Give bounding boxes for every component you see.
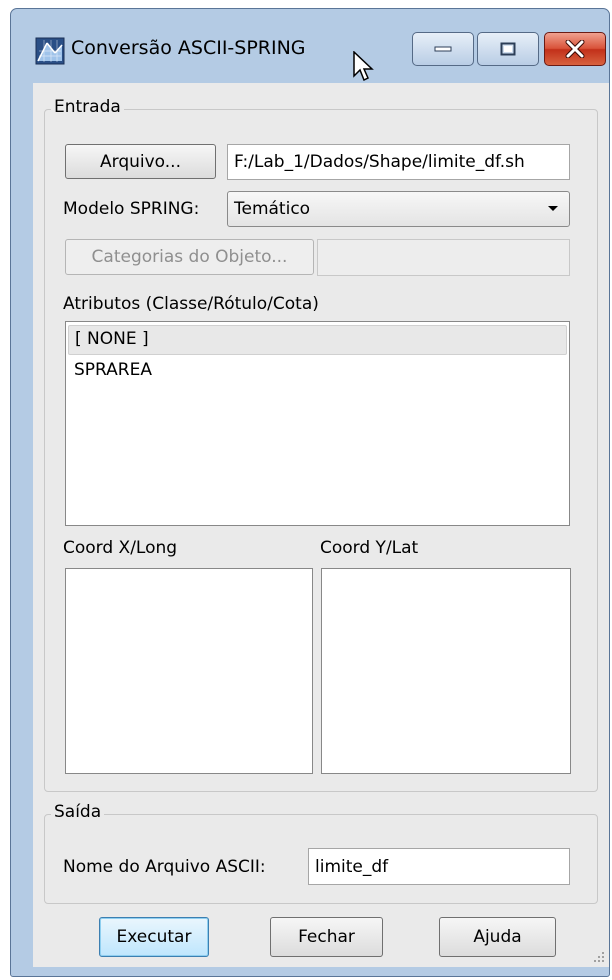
atributos-label: Atributos (Classe/Rótulo/Cota) — [63, 294, 319, 314]
executar-button-label: Executar — [116, 927, 192, 947]
close-icon — [565, 40, 585, 58]
modelo-combobox[interactable]: Temático — [227, 191, 570, 227]
entrada-group-title: Entrada — [51, 97, 124, 117]
nome-arquivo-field[interactable] — [308, 848, 570, 885]
dialog-window: Conversão ASCII-SPRING Entrada Arquivo..… — [10, 8, 610, 977]
coord-x-label: Coord X/Long — [63, 538, 178, 558]
list-item[interactable]: SPRAREA — [66, 355, 569, 385]
resize-grip-icon[interactable] — [593, 951, 605, 963]
saida-group: Saída Nome do Arquivo ASCII: — [44, 802, 598, 904]
minimize-button[interactable] — [412, 32, 474, 66]
categorias-button[interactable]: Categorias do Objeto... — [65, 239, 314, 275]
ajuda-button-label: Ajuda — [473, 927, 522, 947]
entrada-group: Entrada Arquivo... Modelo SPRING: Temáti… — [44, 97, 598, 792]
coord-y-listbox[interactable] — [321, 568, 571, 774]
arquivo-button-label: Arquivo... — [100, 151, 181, 172]
maximize-icon — [500, 42, 516, 56]
chevron-down-icon — [548, 206, 558, 211]
fechar-button[interactable]: Fechar — [270, 917, 383, 957]
categorias-field[interactable] — [317, 239, 570, 276]
dialog-client-area: Entrada Arquivo... Modelo SPRING: Temáti… — [33, 83, 609, 967]
saida-group-title: Saída — [51, 802, 105, 822]
maximize-button[interactable] — [477, 32, 539, 66]
mouse-cursor-icon — [353, 51, 374, 82]
executar-button[interactable]: Executar — [99, 917, 209, 957]
app-icon — [35, 37, 65, 65]
categorias-button-label: Categorias do Objeto... — [91, 247, 288, 267]
atributos-listbox[interactable]: [ NONE ] SPRAREA — [65, 321, 570, 526]
list-item[interactable]: [ NONE ] — [68, 325, 567, 355]
window-title: Conversão ASCII-SPRING — [71, 37, 306, 59]
coord-y-label: Coord Y/Lat — [320, 538, 419, 558]
arquivo-button[interactable]: Arquivo... — [65, 144, 216, 179]
arquivo-path-field[interactable] — [227, 144, 570, 180]
nome-arquivo-label: Nome do Arquivo ASCII: — [63, 857, 266, 877]
modelo-label: Modelo SPRING: — [63, 199, 200, 219]
coord-x-listbox[interactable] — [65, 568, 313, 774]
minimize-icon — [434, 46, 452, 52]
fechar-button-label: Fechar — [298, 927, 355, 947]
title-bar[interactable]: Conversão ASCII-SPRING — [11, 9, 609, 82]
modelo-value: Temático — [234, 199, 311, 219]
ajuda-button[interactable]: Ajuda — [439, 917, 556, 957]
close-button[interactable] — [544, 32, 606, 66]
